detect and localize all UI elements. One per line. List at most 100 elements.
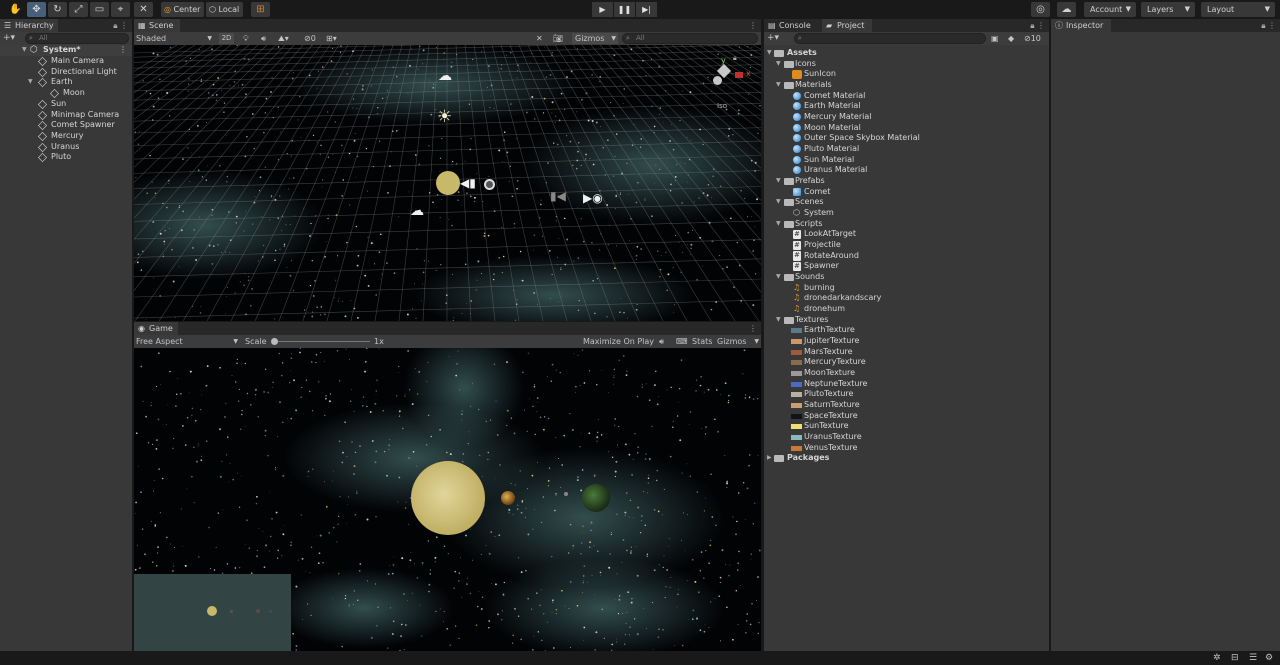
progress-icon[interactable]: ⊟ [1231,653,1239,663]
debug-icon[interactable]: ✲ [1213,653,1221,663]
aspect-dropdown[interactable]: Free Aspect ▼ [136,336,240,347]
asset-item-row[interactable]: ⬡ System [764,208,1049,219]
expand-arrow-icon[interactable]: ▼ [776,272,781,283]
expand-arrow-icon[interactable]: ▼ [776,59,781,70]
tab-scene[interactable]: ▦ Scene [134,19,180,32]
scene-viewport[interactable]: ☁ ☀ ◀▮ ☁ ▮◀ ▶◉ 🔒︎ y x Iso [134,45,761,321]
transform-tool-icon[interactable]: ⌖ [111,2,130,17]
orientation-gizmo[interactable]: 🔒︎ y x Iso [709,52,757,112]
hierarchy-item[interactable]: Sun [0,99,132,110]
hierarchy-item[interactable]: Uranus [0,142,132,153]
hidden-packages-toggle[interactable]: ⊘10 [1024,32,1041,45]
hierarchy-search-input[interactable]: ⌕ All [25,33,129,44]
asset-folder-row[interactable]: ▼ Scenes [764,197,1049,208]
camera-gizmo-icon[interactable]: ☁ [438,68,452,84]
project-search-input[interactable]: ⌕ [794,33,986,44]
asset-item-row[interactable]: UranusTexture [764,432,1049,443]
scale-slider[interactable] [271,338,370,345]
asset-item-row[interactable]: Comet Material [764,91,1049,102]
tab-inspector[interactable]: ⓘ Inspector [1051,19,1111,32]
tools-icon[interactable]: ✕ [536,32,543,45]
asset-item-row[interactable]: Pluto Material [764,144,1049,155]
scale-tool-icon[interactable]: ⤢ [69,2,88,17]
grid-toggle-icon[interactable]: ⊞▾ [326,32,337,45]
layers-dropdown[interactable]: Layers ▼ [1141,2,1195,17]
asset-item-row[interactable]: MarsTexture [764,347,1049,358]
asset-item-row[interactable]: Sun Material [764,155,1049,166]
hierarchy-item[interactable]: Directional Light [0,67,132,78]
cache-icon[interactable]: ☰ [1249,653,1257,663]
audio-icon[interactable]: 🔊︎ [261,32,266,45]
step-button[interactable]: ▶| [636,2,657,17]
camera-settings-icon[interactable]: 📷︎ [553,32,563,45]
hierarchy-item[interactable]: Moon [0,88,132,99]
mute-audio-icon[interactable]: 🔊︎ [659,335,664,348]
asset-folder-row[interactable]: ▼ Sounds [764,272,1049,283]
audio-source-gizmo-icon[interactable]: ▮◀ [550,189,566,203]
play-button[interactable]: ▶ [592,2,613,17]
grid-snap-icon[interactable]: ⊞ [251,2,270,17]
hierarchy-item[interactable]: Main Camera [0,56,132,67]
hierarchy-item[interactable]: Minimap Camera [0,110,132,121]
rect-tool-icon[interactable]: ▭ [90,2,109,17]
asset-item-row[interactable]: JupiterTexture [764,336,1049,347]
lock-menu-icon[interactable]: 🔒︎ ⋮ [1261,19,1276,32]
lighting-icon[interactable]: 💡︎ [243,32,249,45]
expand-arrow-icon[interactable]: ▼ [776,219,781,230]
keyboard-icon[interactable]: ⌨ [676,335,688,348]
asset-item-row[interactable]: MercuryTexture [764,357,1049,368]
asset-folder-row[interactable]: ▼ Icons [764,59,1049,70]
expand-arrow-icon[interactable]: ▼ [776,315,781,326]
gizmos-dropdown[interactable]: Gizmos ▼ [572,33,618,44]
audio-source-gizmo-icon[interactable]: ▶◉ [583,191,603,205]
lock-menu-icon[interactable]: 🔒︎ ⋮ [113,19,128,32]
pivot-local-toggle[interactable]: ⬡ Local [206,2,244,17]
filter-type-icon[interactable]: ▣ [991,32,999,45]
scene-search-input[interactable]: ⌕ All [622,33,758,44]
hand-tool-icon[interactable]: ✋ [6,2,25,17]
move-tool-icon[interactable]: ✥ [27,2,46,17]
asset-item-row[interactable]: Uranus Material [764,165,1049,176]
asset-item-row[interactable]: SaturnTexture [764,400,1049,411]
asset-item-row[interactable]: Projectile [764,240,1049,251]
game-viewport[interactable] [134,348,761,651]
asset-item-row[interactable]: ♫ dronehum [764,304,1049,315]
maximize-on-play-toggle[interactable]: Maximize On Play [583,335,654,348]
sun-object[interactable] [436,171,460,195]
packages-folder-row[interactable]: ▶ Packages [764,453,1049,464]
create-icon[interactable]: +▾ [767,32,779,45]
assets-folder-row[interactable]: ▼ Assets [764,48,1049,59]
scale-slider-handle[interactable] [271,338,278,345]
collapse-arrow-icon[interactable]: ▶ [767,453,772,464]
asset-item-row[interactable]: Moon Material [764,123,1049,134]
asset-item-row[interactable]: Mercury Material [764,112,1049,123]
hierarchy-root-row[interactable]: ▼ ⬡ System* ⋮ [0,45,132,56]
2d-toggle[interactable]: 2D [219,33,234,44]
game-menu-icon[interactable]: ⋮ [749,322,757,335]
asset-item-row[interactable]: ♫ burning [764,283,1049,294]
expand-arrow-icon[interactable]: ▼ [22,45,27,56]
audio-source-gizmo-icon[interactable]: ◀▮ [460,176,476,190]
shading-dropdown[interactable]: Shaded ▼ [136,33,214,44]
expand-arrow-icon[interactable]: ▼ [776,197,781,208]
rotate-tool-icon[interactable]: ↻ [48,2,67,17]
expand-arrow-icon[interactable]: ▼ [767,48,772,59]
search-services-icon[interactable]: ◎ [1031,2,1050,17]
expand-arrow-icon[interactable]: ▼ [776,176,781,187]
asset-item-row[interactable]: Outer Space Skybox Material [764,133,1049,144]
asset-item-row[interactable]: Comet [764,187,1049,198]
hierarchy-item[interactable]: Comet Spawner [0,120,132,131]
lock-menu-icon[interactable]: 🔒︎ ⋮ [1030,19,1045,32]
add-icon[interactable]: +▾ [3,32,15,45]
asset-item-row[interactable]: SunTexture [764,421,1049,432]
tab-project[interactable]: ▰ Project [822,19,872,32]
custom-tool-icon[interactable]: ✕ [134,2,153,17]
asset-item-row[interactable]: NeptuneTexture [764,379,1049,390]
asset-item-row[interactable]: Spawner [764,261,1049,272]
hierarchy-item[interactable]: ▼ Earth [0,77,132,88]
asset-folder-row[interactable]: ▼ Scripts [764,219,1049,230]
account-dropdown[interactable]: Account ▼ [1084,2,1136,17]
more-icon[interactable]: ⋮ [119,45,127,56]
layout-dropdown[interactable]: Layout ▼ [1201,2,1275,17]
tab-console[interactable]: ▤ Console [764,19,820,32]
